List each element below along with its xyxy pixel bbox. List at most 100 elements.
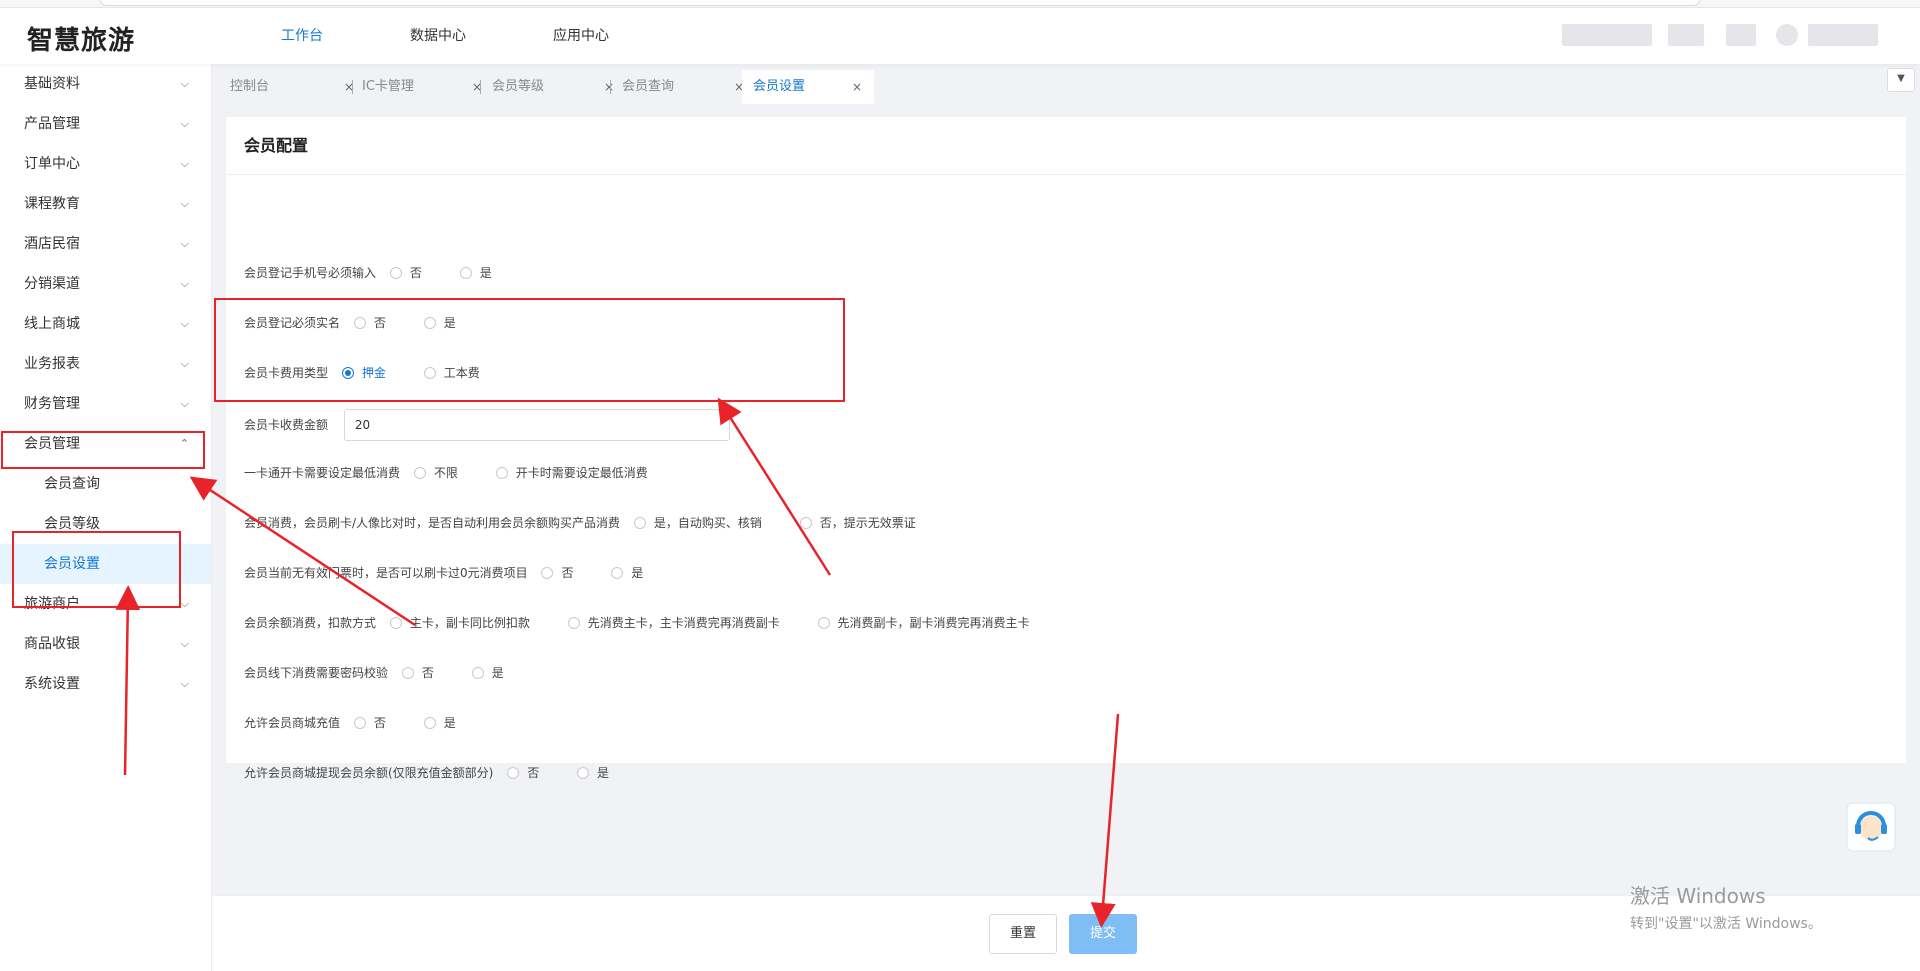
- radio-circle-icon: [577, 766, 590, 779]
- sidebar-subitem-member-query[interactable]: 会员查询: [0, 464, 211, 504]
- field-label: 允许会员商城充值: [244, 715, 341, 730]
- radio-label: 先消费副卡，副卡消费完再消费主卡: [837, 615, 1030, 630]
- radio-circle-icon: [611, 566, 624, 579]
- sidebar-item-basic-data[interactable]: 基础资料 ⌵: [0, 64, 211, 104]
- chevron-up-icon: ⌃: [179, 437, 189, 450]
- tab-console[interactable]: 控制台 ×: [230, 70, 356, 104]
- sidebar-item-orders[interactable]: 订单中心 ⌵: [0, 144, 211, 184]
- sidebar-item-hotels[interactable]: 酒店民宿 ⌵: [0, 224, 211, 264]
- radio-yes[interactable]: 是: [423, 308, 456, 338]
- radio-yes[interactable]: 是: [471, 658, 504, 688]
- tab-label: 会员查询: [622, 79, 675, 94]
- radio-label: 是，自动购买、核销: [653, 515, 762, 530]
- radio-unlimited[interactable]: 不限: [413, 458, 458, 488]
- radio-label: 是: [443, 715, 456, 730]
- topnav-workbench[interactable]: 工作台: [262, 8, 342, 64]
- sidebar-item-label: 线上商城: [24, 316, 80, 332]
- radio-auto-purchase-yes[interactable]: 是，自动购买、核销: [633, 508, 762, 538]
- radio-label: 是: [631, 565, 644, 580]
- customer-service-icon[interactable]: [1846, 802, 1896, 852]
- reset-button[interactable]: 重置: [989, 914, 1057, 954]
- browser-chrome: [0, 0, 1920, 8]
- sidebar-item-finance[interactable]: 财务管理 ⌵: [0, 384, 211, 424]
- chevron-down-icon: ⌵: [180, 317, 189, 330]
- chevron-down-icon: ⌵: [180, 117, 189, 130]
- address-bar[interactable]: [100, 0, 1700, 6]
- topnav-app-center[interactable]: 应用中心: [534, 8, 628, 64]
- chevron-down-icon: ⌵: [180, 597, 189, 610]
- sidebar-item-courses[interactable]: 课程教育 ⌵: [0, 184, 211, 224]
- radio-yes[interactable]: 是: [459, 258, 492, 288]
- sidebar-item-reports[interactable]: 业务报表 ⌵: [0, 344, 211, 384]
- radio-auto-purchase-no[interactable]: 否，提示无效票证: [799, 508, 916, 538]
- radio-yes[interactable]: 是: [611, 558, 643, 588]
- sidebar-item-label: 商品收银: [24, 636, 80, 652]
- sidebar-item-label: 分销渠道: [24, 276, 80, 292]
- card-title: 会员配置: [226, 117, 1906, 175]
- radio-no[interactable]: 否: [389, 258, 422, 288]
- sidebar-subitem-member-level[interactable]: 会员等级: [0, 504, 211, 544]
- close-icon[interactable]: ×: [852, 70, 862, 104]
- tab-member-query[interactable]: 会员查询 ×: [622, 70, 746, 104]
- sidebar-item-system-settings[interactable]: 系统设置 ⌵: [0, 664, 211, 704]
- sidebar-item-online-mall[interactable]: 线上商城 ⌵: [0, 304, 211, 344]
- field-label: 会员登记手机号必须输入: [244, 265, 377, 280]
- sidebar-item-pos[interactable]: 商品收银 ⌵: [0, 624, 211, 664]
- field-label: 会员卡费用类型: [244, 365, 329, 380]
- tab-member-settings[interactable]: 会员设置 ×: [742, 70, 874, 104]
- sidebar-item-merchants[interactable]: 旅游商户 ⌵: [0, 584, 211, 624]
- watermark-line1: 激活 Windows: [1630, 884, 1766, 908]
- radio-no[interactable]: 否: [353, 708, 386, 738]
- radio-circle-icon: [633, 516, 646, 529]
- form-row-zero-consumption: 会员当前无有效门票时，是否可以刷卡过0元消费项目 否 是: [244, 557, 643, 587]
- tab-member-level[interactable]: 会员等级 ×: [492, 70, 616, 104]
- card-fee-amount-input[interactable]: 20: [343, 408, 730, 441]
- sidebar-subitem-member-settings[interactable]: 会员设置: [0, 544, 211, 584]
- radio-label: 不限: [433, 465, 458, 480]
- radio-production-fee[interactable]: 工本费: [423, 358, 480, 388]
- chevron-down-icon: ⌵: [180, 197, 189, 210]
- radio-circle-icon: [541, 566, 554, 579]
- tab-ic-card[interactable]: IC卡管理 ×: [362, 70, 484, 104]
- radio-no[interactable]: 否: [507, 758, 539, 788]
- sidebar-item-label: 订单中心: [24, 156, 80, 172]
- sidebar-item-members[interactable]: 会员管理 ⌃: [0, 424, 211, 464]
- form-row-deduction-method: 会员余额消费，扣款方式 主卡，副卡同比例扣款 先消费主卡，主卡消费完再消费副卡 …: [244, 607, 1030, 637]
- form-row-phone-required: 会员登记手机号必须输入 否 是: [244, 257, 492, 287]
- field-label: 会员消费，会员刷卡/人像比对时，是否自动利用会员余额购买产品消费: [244, 515, 621, 530]
- radio-main-first[interactable]: 先消费主卡，主卡消费完再消费副卡: [567, 608, 780, 638]
- radio-label: 先消费主卡，主卡消费完再消费副卡: [587, 615, 780, 630]
- radio-set-min-consumption[interactable]: 开卡时需要设定最低消费: [495, 458, 648, 488]
- radio-yes[interactable]: 是: [423, 708, 456, 738]
- topnav-data-center[interactable]: 数据中心: [391, 8, 485, 64]
- field-label: 会员线下消费需要密码校验: [244, 665, 389, 680]
- blurred-user-info: [1668, 24, 1704, 46]
- radio-no[interactable]: 否: [353, 308, 386, 338]
- form-row-min-consumption: 一卡通开卡需要设定最低消费 不限 开卡时需要设定最低消费: [244, 457, 648, 487]
- sidebar-item-label: 产品管理: [24, 116, 80, 132]
- caret-down-icon[interactable]: ▼: [1887, 68, 1915, 92]
- sidebar-item-products[interactable]: 产品管理 ⌵: [0, 104, 211, 144]
- submit-button[interactable]: 提交: [1069, 914, 1137, 954]
- field-label: 会员登记必须实名: [244, 315, 341, 330]
- radio-deposit[interactable]: 押金: [341, 358, 386, 388]
- form-row-card-fee-amount: 会员卡收费金额 20: [244, 407, 730, 441]
- avatar[interactable]: [1776, 24, 1798, 46]
- radio-label: 否，提示无效票证: [819, 515, 916, 530]
- radio-yes[interactable]: 是: [577, 758, 609, 788]
- form-row-password-check: 会员线下消费需要密码校验 否 是: [244, 657, 504, 687]
- tab-label: IC卡管理: [362, 79, 414, 94]
- radio-proportional[interactable]: 主卡，副卡同比例扣款: [389, 608, 530, 638]
- radio-circle-icon: [389, 266, 402, 279]
- radio-circle-icon: [459, 266, 472, 279]
- radio-no[interactable]: 否: [401, 658, 434, 688]
- radio-no[interactable]: 否: [541, 558, 573, 588]
- sidebar-item-label: 课程教育: [24, 196, 80, 212]
- tab-divider: [352, 80, 353, 94]
- radio-circle-icon: [507, 766, 520, 779]
- radio-label: 工本费: [443, 365, 480, 380]
- radio-sub-first[interactable]: 先消费副卡，副卡消费完再消费主卡: [817, 608, 1030, 638]
- blurred-username[interactable]: [1808, 24, 1878, 46]
- sidebar-item-distribution[interactable]: 分销渠道 ⌵: [0, 264, 211, 304]
- radio-label: 否: [373, 715, 386, 730]
